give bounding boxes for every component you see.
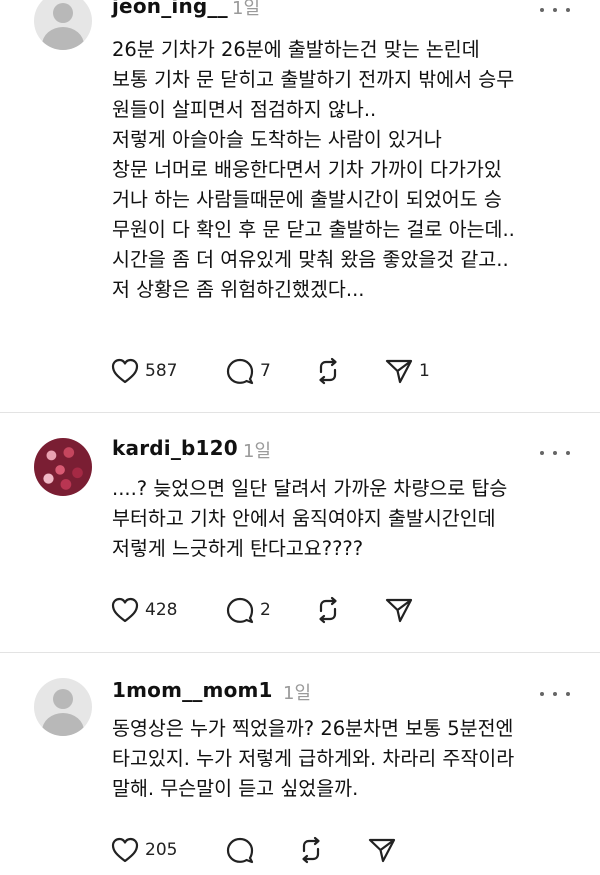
like-button[interactable]: 428 (110, 595, 177, 625)
timestamp: 1일 (232, 0, 261, 19)
timestamp: 1일 (243, 441, 272, 462)
comment-text: ....? 늦었으면 일단 달려서 가까운 차량으로 탑승 부터하고 기차 안에… (112, 474, 582, 564)
comment-line: 원들이 살피면서 점검하지 않나.. (112, 98, 377, 121)
username[interactable]: 1mom__mom1 (112, 678, 273, 702)
repost-icon (302, 836, 320, 864)
repost-icon (319, 357, 337, 385)
reply-button[interactable] (225, 835, 255, 865)
comment-line: 동영상은 누가 찍었을까? 26분차면 보통 5분전엔 (112, 717, 514, 740)
like-count: 587 (145, 361, 178, 381)
heart-icon (111, 837, 139, 863)
reply-button[interactable]: 7 (225, 356, 271, 386)
comment-line: 저렇게 느긋하게 탄다고요???? (112, 537, 364, 560)
send-icon (368, 838, 396, 863)
speech-bubble-icon (226, 358, 254, 385)
speech-bubble-icon (226, 597, 254, 624)
repost-button[interactable] (313, 356, 343, 386)
like-button[interactable]: 587 (110, 356, 177, 386)
comment-line: ....? 늦었으면 일단 달려서 가까운 차량으로 탑승 (112, 477, 508, 500)
send-icon (385, 598, 413, 623)
send-icon (385, 359, 413, 384)
reply-count: 2 (260, 600, 271, 620)
share-count: 1 (419, 361, 430, 381)
share-button[interactable]: 1 (384, 356, 430, 386)
avatar[interactable] (34, 678, 92, 736)
comment-line: 시간을 좀 더 여유있게 맞춰 왔음 좋았을것 같고.. (112, 248, 509, 271)
reply-count: 7 (260, 361, 271, 381)
comment-line: 타고있지. 누가 저렇게 급하게와. 차라리 주작이라 (112, 747, 515, 770)
username[interactable]: jeon_ing__ (112, 0, 228, 18)
avatar[interactable] (34, 438, 92, 496)
heart-icon (111, 358, 139, 384)
comment-line: 창문 너머로 배웅한다면서 기차 가까이 다가가있 (112, 158, 502, 181)
repost-icon (319, 596, 337, 624)
repost-button[interactable] (313, 595, 343, 625)
comment-text: 동영상은 누가 찍었을까? 26분차면 보통 5분전엔 타고있지. 누가 저렇게… (112, 714, 582, 804)
more-dots-icon[interactable] (540, 684, 570, 704)
share-button[interactable] (367, 835, 397, 865)
comment-line: 26분 기차가 26분에 출발하는건 맞는 논린데 (112, 38, 480, 61)
comment-line: 무원이 다 확인 후 문 닫고 출발하는 걸로 아는데.. (112, 218, 515, 241)
comment-line: 말해. 무슨말이 듣고 싶었을까. (112, 777, 359, 800)
reply-button[interactable]: 2 (225, 595, 271, 625)
comment-post: jeon_ing__ 1일 26분 기차가 26분에 출발하는건 맞는 논린데 … (0, 0, 600, 400)
like-count: 205 (145, 840, 178, 860)
avatar[interactable] (34, 0, 92, 50)
more-dots-icon[interactable] (540, 443, 570, 463)
comment-text: 26분 기차가 26분에 출발하는건 맞는 논린데 보통 기차 문 닫히고 출발… (112, 35, 582, 305)
comment-line: 저 상황은 좀 위험하긴했겠다... (112, 278, 365, 301)
like-count: 428 (145, 600, 178, 620)
like-button[interactable]: 205 (110, 835, 177, 865)
comment-post: 1mom__mom1 1일 동영상은 누가 찍었을까? 26분차면 보통 5분전… (0, 652, 600, 875)
username[interactable]: kardi_b120 (112, 436, 238, 460)
timestamp: 1일 (283, 683, 312, 704)
speech-bubble-icon (226, 837, 254, 864)
heart-icon (111, 597, 139, 623)
comment-post: kardi_b120 1일 ....? 늦었으면 일단 달려서 가까운 차량으로… (0, 412, 600, 652)
repost-button[interactable] (296, 835, 326, 865)
comment-line: 거나 하는 사람들때문에 출발시간이 되었어도 승 (112, 188, 502, 211)
comment-line: 보통 기차 문 닫히고 출발하기 전까지 밖에서 승무 (112, 68, 515, 91)
share-button[interactable] (384, 595, 414, 625)
more-dots-icon[interactable] (540, 0, 570, 20)
comment-line: 부터하고 기차 안에서 움직여야지 출발시간인데 (112, 507, 496, 530)
comment-line: 저렇게 아슬아슬 도착하는 사람이 있거나 (112, 128, 442, 151)
